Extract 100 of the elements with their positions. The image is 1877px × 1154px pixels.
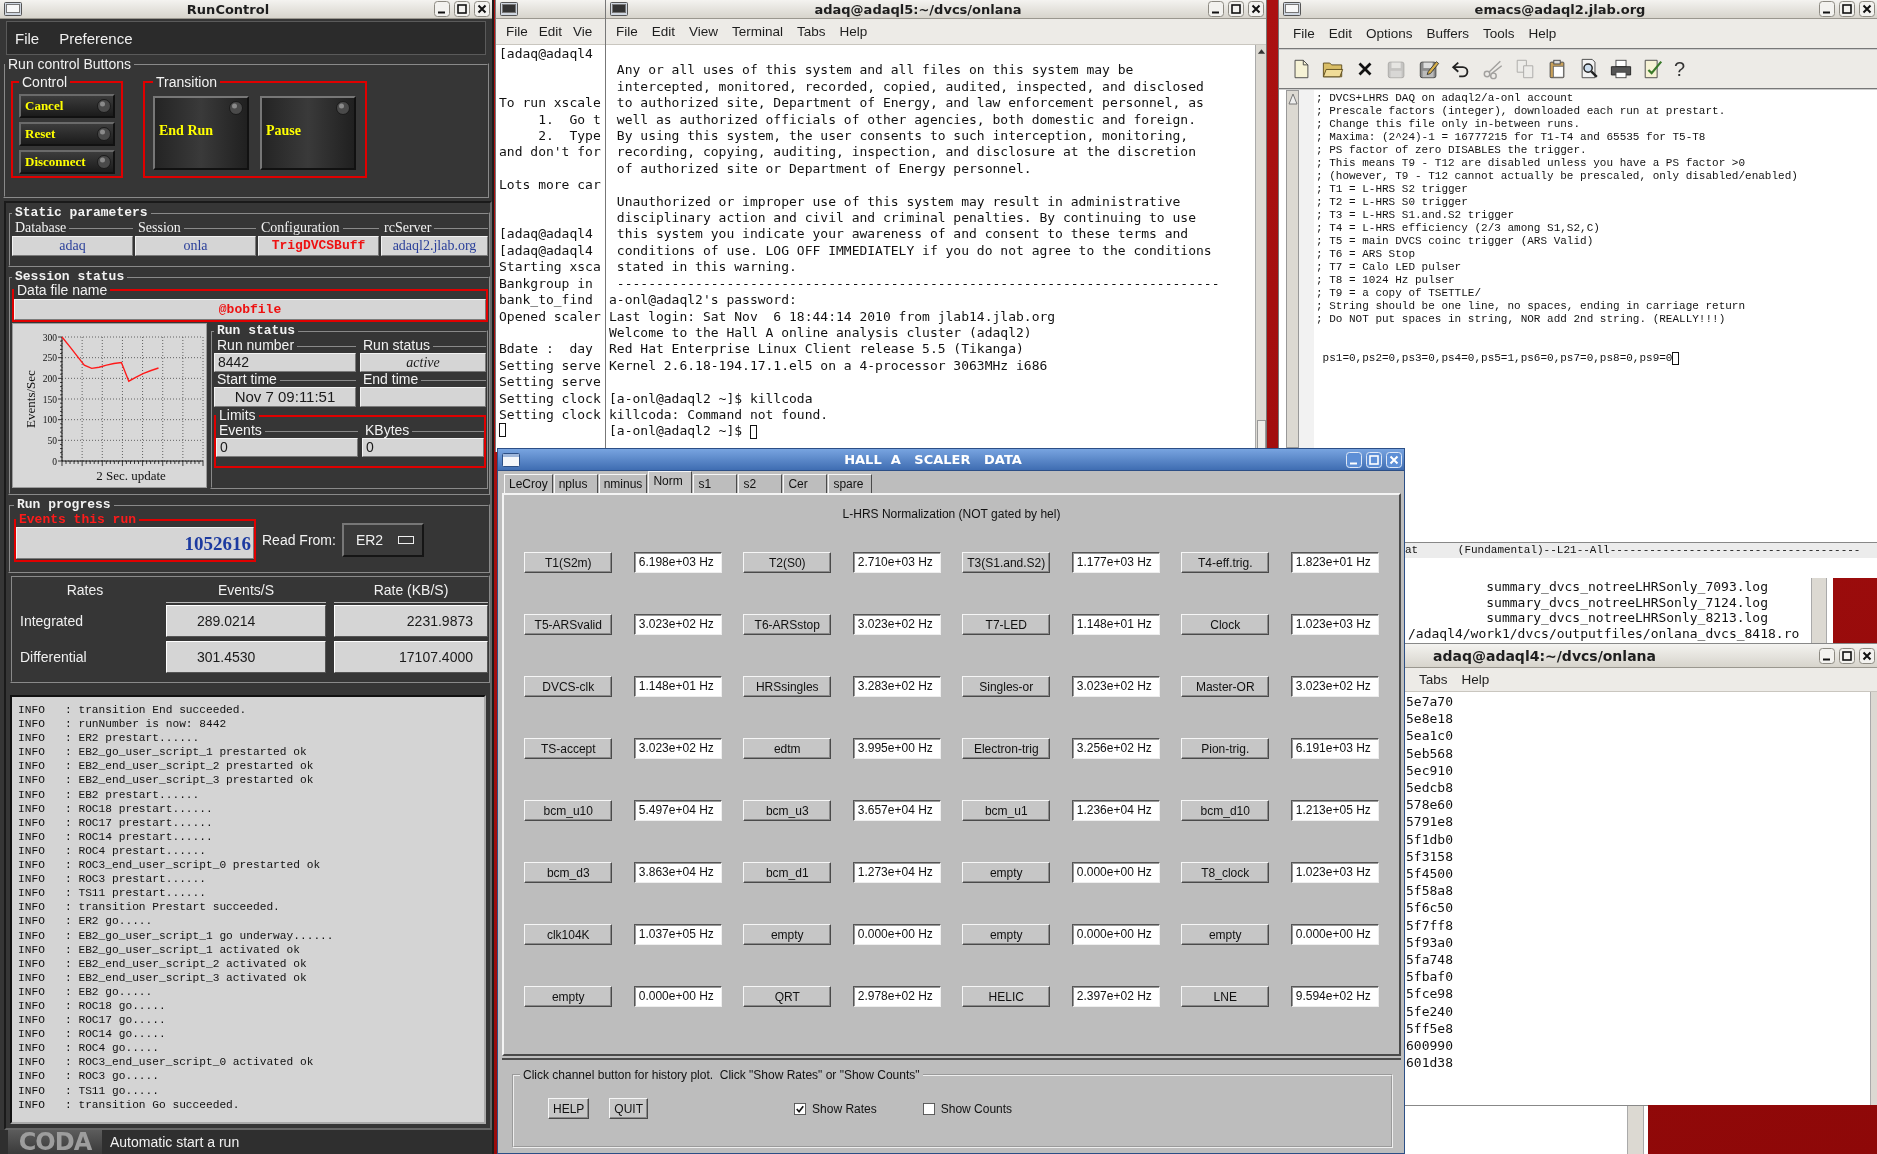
channel-button[interactable]: empty [962,862,1051,883]
checkbox[interactable] [794,1102,807,1115]
read-from-dropdown[interactable]: ER2 [341,523,424,557]
maximize-icon[interactable] [454,1,470,17]
channel-button[interactable]: bcm_u10 [524,800,613,821]
control-button[interactable]: Disconnect [19,150,115,174]
menu-item[interactable]: Edit [1328,26,1353,41]
menu-item[interactable]: Edit [651,24,676,39]
checked-page-icon[interactable] [1642,58,1664,80]
scrollbar[interactable] [1286,90,1299,448]
menu-item[interactable]: Buffers [1426,26,1470,41]
channel-button[interactable]: TS-accept [524,738,613,759]
channel-button[interactable]: HELIC [962,986,1051,1007]
limit-field[interactable]: 0 [362,438,484,457]
channel-button[interactable]: Master-OR [1181,676,1270,697]
printer-icon[interactable] [1610,58,1632,80]
menu-item[interactable]: Tabs [1419,672,1448,687]
help-button[interactable]: ? [1674,58,1686,80]
channel-button[interactable]: bcm_d10 [1181,800,1270,821]
tab[interactable]: Norm [648,471,693,493]
channel-button[interactable]: empty [1181,924,1270,945]
checkbox-label[interactable]: Show Counts [940,1101,1013,1116]
tab[interactable]: spare [828,474,873,493]
control-button[interactable]: Reset [19,122,115,146]
scrollbar-thumb[interactable] [1256,420,1266,450]
channel-button[interactable]: T5-ARSvalid [524,614,613,635]
channel-button[interactable]: QRT [743,986,832,1007]
channel-button[interactable]: Pion-trig. [1181,738,1270,759]
channel-button[interactable]: T1(S2m) [524,552,613,573]
checkbox[interactable] [922,1102,935,1115]
channel-button[interactable]: bcm_d3 [524,862,613,883]
channel-button[interactable]: bcm_u1 [962,800,1051,821]
channel-button[interactable]: edtm [743,738,832,759]
menu-item[interactable]: File [1293,26,1315,41]
action-button[interactable]: HELP [548,1098,590,1119]
channel-button[interactable]: T2(S0) [743,552,832,573]
transition-button[interactable]: Pause [260,96,356,170]
tab[interactable]: s1 [693,474,738,493]
channel-button[interactable]: Electron-trig [962,738,1051,759]
limit-field[interactable]: 0 [216,438,358,457]
channel-button[interactable]: T4-eff.trig. [1181,552,1270,573]
menu-item[interactable]: Options [1366,26,1413,41]
menu-item[interactable]: View [689,24,719,39]
menu-item[interactable]: Preference [59,29,133,47]
disk-pencil-icon[interactable] [1418,58,1440,80]
menu-item[interactable]: Tabs [797,24,826,39]
menu-item[interactable]: File [616,24,638,39]
channel-button[interactable]: Singles-or [962,676,1051,697]
maximize-icon[interactable] [1839,647,1855,664]
tab[interactable]: nplus [553,474,598,493]
channel-button[interactable]: LNE [1181,986,1270,1007]
menu-item[interactable]: Help [839,24,868,39]
channel-button[interactable]: T6-ARSstop [743,614,832,635]
channel-button[interactable]: bcm_u3 [743,800,832,821]
checkbox-label[interactable]: Show Rates [812,1101,877,1116]
menu-item[interactable]: Tools [1483,26,1515,41]
control-button[interactable]: Cancel [19,94,115,118]
tab[interactable]: nminus [598,474,648,493]
close-icon[interactable] [1859,1,1875,17]
scrollbar[interactable] [1627,1106,1644,1154]
menu-item[interactable]: Edit [538,24,563,39]
close-icon[interactable] [1859,647,1875,664]
scrollbar[interactable] [1811,578,1827,644]
channel-button[interactable]: HRSsingles [743,676,832,697]
minimize-icon[interactable] [1819,647,1835,664]
tab[interactable]: s2 [738,474,783,493]
channel-button[interactable]: T3(S1.and.S2) [962,552,1051,573]
minimize-icon[interactable] [434,1,450,17]
tab[interactable]: LeCroy [504,474,553,493]
terminal-line: 5ea1c0 [1406,727,1454,745]
menu-item[interactable]: Help [1528,26,1557,41]
action-button[interactable]: QUIT [609,1098,649,1119]
clipboard-icon[interactable] [1546,58,1568,80]
close-icon[interactable] [474,1,490,17]
menu-item[interactable]: Help [1461,672,1490,687]
up-arrow-icon[interactable] [1256,47,1266,55]
log-line: INFO : runNumber is now: 8442 [18,717,228,732]
search-icon[interactable] [1578,58,1600,80]
menu-item[interactable]: Vie [573,24,593,39]
channel-button[interactable]: bcm_d1 [743,862,832,883]
channel-button[interactable]: Clock [1181,614,1270,635]
menu-item[interactable]: File [15,29,40,47]
menu-item[interactable]: Terminal [732,24,784,39]
window-icon [4,2,22,16]
channel-button[interactable]: empty [962,924,1051,945]
channel-button[interactable]: empty [524,986,613,1007]
channel-button[interactable]: DVCS-clk [524,676,613,697]
channel-button[interactable]: T7-LED [962,614,1051,635]
minimize-icon[interactable] [1819,1,1835,17]
transition-button[interactable]: End Run [153,96,249,170]
maximize-icon[interactable] [1839,1,1855,17]
maximize-icon[interactable] [1228,1,1244,17]
channel-button[interactable]: T8_clock [1181,862,1270,883]
scrollbar[interactable] [1870,692,1877,1105]
channel-button[interactable]: clk104K [524,924,613,945]
menu-item[interactable]: File [506,24,528,39]
channel-button[interactable]: empty [743,924,832,945]
minimize-icon[interactable] [1208,1,1224,17]
tab[interactable]: Cer [783,474,828,493]
close-icon[interactable] [1248,1,1264,17]
